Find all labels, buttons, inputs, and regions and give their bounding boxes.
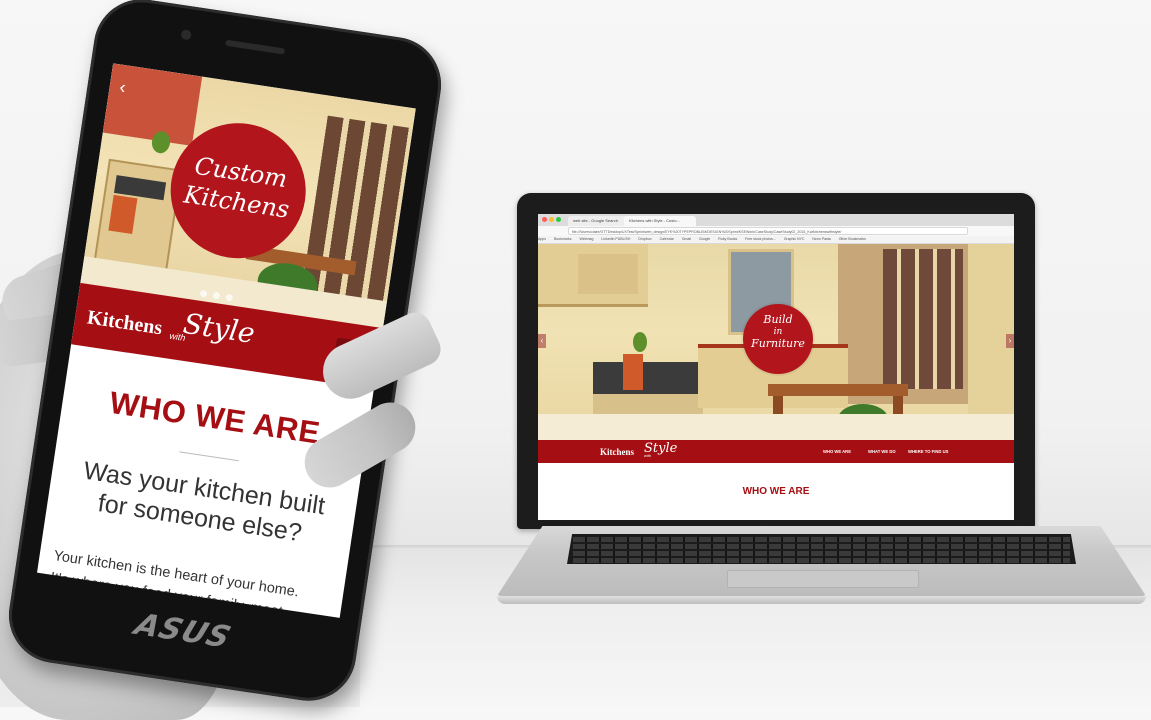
divider [179, 451, 239, 462]
hero-kitchen-illustration: ‹ Custom Kitchens [80, 63, 416, 329]
nav-where-to-find-us[interactable]: WHERE TO FIND US [908, 449, 948, 454]
minimize-window-icon[interactable] [549, 217, 554, 222]
section-title: WHO WE ARE [742, 486, 810, 497]
logo-with: with [644, 453, 652, 458]
wall-panel [102, 63, 203, 146]
key-row [573, 551, 1070, 556]
bookmarks-bar: Apps Bookmarks Webmag Linkedin PUBLISH D… [538, 236, 1014, 244]
nav-who-we-are[interactable]: WHO WE ARE [823, 449, 851, 454]
laptop-screen: web site - Google Search Kitchens with S… [538, 214, 1014, 520]
range-hood [578, 254, 638, 294]
key-row [573, 537, 1070, 542]
bookmark-item[interactable]: Google [699, 237, 710, 241]
bookmark-item[interactable]: Other Bookmarks [839, 237, 866, 241]
mockup-scene: web site - Google Search Kitchens with S… [0, 0, 1151, 720]
url-field[interactable]: file:///Users/claire/GTTDesktop/UXTest/S… [568, 227, 968, 235]
chevron-right-icon[interactable]: › [1006, 334, 1014, 348]
towel [623, 354, 643, 390]
bookmark-item[interactable]: Ruby Books [718, 237, 737, 241]
keyboard [567, 534, 1076, 564]
trackpad [727, 570, 919, 588]
maximize-window-icon[interactable] [556, 217, 561, 222]
close-window-icon[interactable] [542, 217, 547, 222]
nav-what-we-do[interactable]: WHAT WE DO [868, 449, 896, 454]
logo-style[interactable]: Style [181, 307, 257, 350]
bookmark-item[interactable]: Graphic NYC [784, 237, 805, 241]
site-navbar: Kitchens Style with WHO WE ARE WHAT WE D… [538, 440, 1014, 463]
hero-badge-line: Build [763, 313, 793, 326]
browser-tab-active[interactable]: Kitchens with Style - Custo... [624, 216, 696, 226]
wooden-table [768, 384, 908, 396]
bookmark-item[interactable]: Bookmarks [554, 237, 572, 241]
bookmark-item[interactable]: Dropbox [638, 237, 651, 241]
bookmark-item[interactable]: Linkedin PUBLISH [601, 237, 630, 241]
key-row [573, 544, 1070, 549]
bookmark-item[interactable]: Apps [538, 237, 546, 241]
bookmark-item[interactable]: Gmail [682, 237, 691, 241]
plant [633, 332, 647, 352]
laptop-front-edge [497, 596, 1146, 604]
bookmark-item[interactable]: Neon Pasta [812, 237, 830, 241]
bookmark-item[interactable]: Free stock photos... [745, 237, 776, 241]
cabinet [93, 158, 183, 273]
bookmark-item[interactable]: Webmag [579, 237, 593, 241]
logo-kitchens[interactable]: Kitchens [86, 306, 164, 340]
logo-kitchens[interactable]: Kitchens [600, 447, 634, 457]
browser-address-bar: file:///Users/claire/GTTDesktop/UXTest/S… [538, 226, 1014, 236]
laptop-base [497, 526, 1146, 606]
browser-tab-bar: web site - Google Search Kitchens with S… [538, 214, 1014, 226]
floor [538, 414, 1014, 440]
key-row [573, 558, 1070, 563]
hero-badge: Build in Furniture [743, 304, 813, 374]
hero-badge-line: Furniture [751, 337, 805, 350]
browser-tab[interactable]: web site - Google Search [568, 216, 628, 226]
bookmark-item[interactable]: Calendar [660, 237, 674, 241]
tall-cabinet [968, 244, 1014, 414]
hero-kitchen-illustration: ‹ › Build in Furniture [538, 244, 1014, 440]
glass-cabinet [883, 249, 963, 389]
chevron-left-icon[interactable]: ‹ [538, 334, 546, 348]
